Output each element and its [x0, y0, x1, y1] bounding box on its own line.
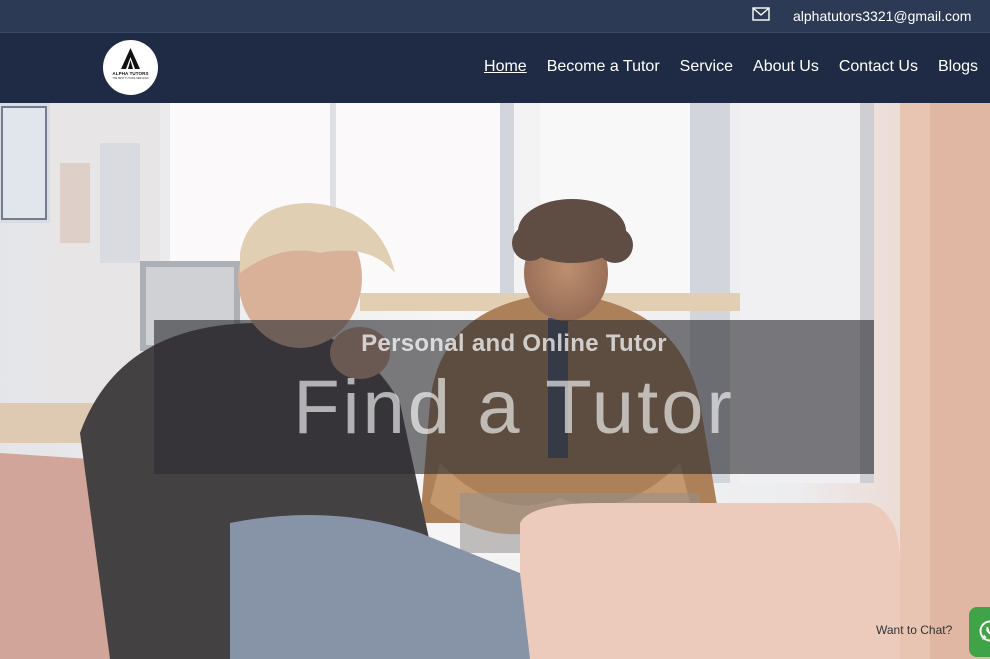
- nav-service[interactable]: Service: [680, 58, 733, 76]
- whatsapp-icon: [979, 620, 990, 642]
- nav-become-a-tutor[interactable]: Become a Tutor: [547, 58, 660, 76]
- main-navbar: ALPHA TUTORS THE BEST TUTORS SERVICES Ho…: [0, 33, 990, 103]
- nav-blogs[interactable]: Blogs: [938, 58, 978, 76]
- nav-menu: Home Become a Tutor Service About Us Con…: [484, 58, 978, 76]
- nav-about-us[interactable]: About Us: [753, 58, 819, 76]
- nav-contact-us[interactable]: Contact Us: [839, 58, 918, 76]
- hero-section: Personal and Online Tutor Find a Tutor: [0, 103, 990, 659]
- hero-banner: Personal and Online Tutor Find a Tutor: [154, 320, 874, 474]
- contact-email[interactable]: alphatutors3321@gmail.com: [793, 8, 971, 24]
- hero-title: Find a Tutor: [293, 365, 735, 450]
- nav-home[interactable]: Home: [484, 58, 527, 76]
- chat-prompt-label: Want to Chat?: [876, 623, 953, 637]
- top-contact-bar: alphatutors3321@gmail.com: [0, 0, 990, 33]
- hero-subtitle: Personal and Online Tutor: [361, 330, 667, 357]
- logo-wordmark: ALPHA TUTORS: [112, 71, 149, 76]
- alpha-logo-icon: [121, 48, 140, 69]
- site-logo[interactable]: ALPHA TUTORS THE BEST TUTORS SERVICES: [103, 40, 158, 95]
- envelope-icon[interactable]: [752, 7, 770, 21]
- whatsapp-chat-button[interactable]: [969, 607, 990, 657]
- logo-tagline: THE BEST TUTORS SERVICES: [112, 77, 149, 80]
